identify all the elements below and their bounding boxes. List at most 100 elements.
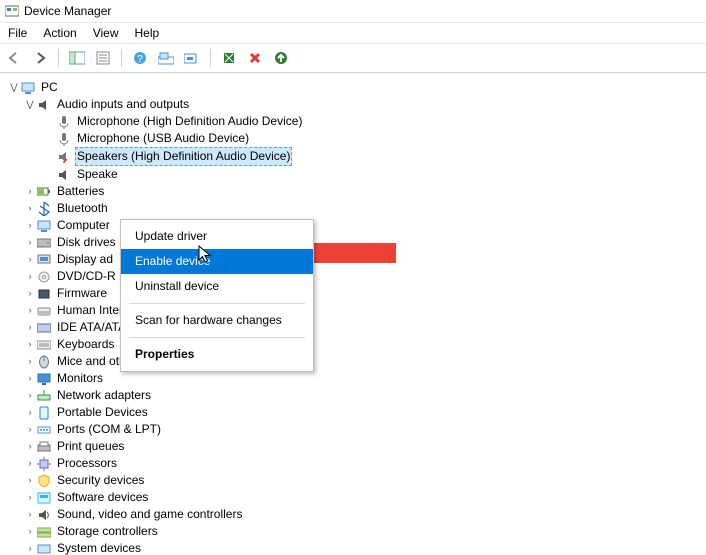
tree-group-firmware[interactable]: › Firmware [8, 285, 706, 302]
expand-icon[interactable]: › [24, 200, 36, 217]
context-enable-device[interactable]: Enable device [121, 249, 313, 274]
menu-view[interactable]: View [85, 24, 127, 42]
expand-icon[interactable]: › [24, 455, 36, 472]
expand-icon[interactable]: › [24, 404, 36, 421]
bluetooth-icon [36, 201, 52, 217]
ports-icon [36, 422, 52, 438]
tree-group-sound[interactable]: ›Sound, video and game controllers [8, 506, 706, 523]
menu-action[interactable]: Action [35, 24, 84, 42]
expand-icon[interactable]: › [24, 217, 36, 234]
tree-item-speakers-short[interactable]: Speake [8, 166, 706, 183]
expand-icon[interactable]: › [24, 336, 36, 353]
disk-icon [36, 235, 52, 251]
tree-group-system[interactable]: › System devices [8, 540, 706, 555]
tree-item-mic-hd[interactable]: Microphone (High Definition Audio Device… [8, 113, 706, 130]
tree-group-software[interactable]: ›Software devices [8, 489, 706, 506]
tree-label: Monitors [55, 370, 105, 387]
tree-group-audio[interactable]: ⋁ Audio inputs and outputs [8, 96, 706, 113]
expand-icon[interactable]: › [24, 285, 36, 302]
toolbar-separator [210, 49, 211, 67]
sound-icon [36, 507, 52, 523]
properties-button[interactable] [93, 48, 113, 68]
tree-label: Microphone (High Definition Audio Device… [75, 113, 304, 130]
forward-button[interactable] [30, 48, 50, 68]
audio-icon [36, 97, 52, 113]
tree-group-print[interactable]: ›Print queues [8, 438, 706, 455]
tree-group-bluetooth[interactable]: › Bluetooth [8, 200, 706, 217]
tree-group-mice[interactable]: ›Mice and other pointing devices [8, 353, 706, 370]
add-legacy-button[interactable] [182, 48, 202, 68]
tree-label: Batteries [55, 183, 106, 200]
tree-label: Bluetooth [55, 200, 110, 217]
update-driver-button[interactable] [271, 48, 291, 68]
help-button[interactable]: ? [130, 48, 150, 68]
tree-label: Disk drives [55, 234, 118, 251]
context-uninstall-device[interactable]: Uninstall device [121, 274, 313, 299]
expand-icon[interactable]: › [24, 370, 36, 387]
keyboard-icon [36, 337, 52, 353]
disable-button[interactable] [245, 48, 265, 68]
tree-group-ports[interactable]: ›Ports (COM & LPT) [8, 421, 706, 438]
expand-icon[interactable]: › [24, 268, 36, 285]
scan-button[interactable] [156, 48, 176, 68]
tree-label: System devices [55, 540, 143, 555]
expand-icon[interactable]: › [24, 183, 36, 200]
ide-icon [36, 320, 52, 336]
menu-file[interactable]: File [0, 24, 35, 42]
expand-icon[interactable]: › [24, 540, 36, 555]
expand-icon[interactable]: › [24, 506, 36, 523]
tree-group-hid[interactable]: ›Human Interface Devices [8, 302, 706, 319]
tree-label-selected: Speakers (High Definition Audio Device) [75, 147, 292, 166]
tree-root[interactable]: ⋁ PC [8, 79, 706, 96]
tree-label: Display ad [55, 251, 115, 268]
expand-icon[interactable]: › [24, 251, 36, 268]
show-hide-tree-button[interactable] [67, 48, 87, 68]
tree-group-storage[interactable]: › Storage controllers [8, 523, 706, 540]
software-icon [36, 490, 52, 506]
back-button[interactable] [4, 48, 24, 68]
tree-group-monitors[interactable]: › Monitors [8, 370, 706, 387]
collapse-icon[interactable]: ⋁ [24, 96, 36, 113]
tree-group-portable[interactable]: › Portable Devices [8, 404, 706, 421]
expand-icon[interactable]: › [24, 302, 36, 319]
expand-icon[interactable]: › [24, 489, 36, 506]
expand-icon[interactable]: › [24, 472, 36, 489]
expand-icon[interactable]: › [24, 353, 36, 370]
menu-bar: File Action View Help [0, 23, 706, 44]
network-icon [36, 388, 52, 404]
firmware-icon [36, 286, 52, 302]
tree-label: Audio inputs and outputs [55, 96, 191, 113]
tree-group-keyboards[interactable]: ›Keyboards [8, 336, 706, 353]
context-properties[interactable]: Properties [121, 342, 313, 367]
tree-label: Firmware [55, 285, 109, 302]
expand-icon[interactable]: › [24, 319, 36, 336]
menu-help[interactable]: Help [127, 24, 168, 42]
tree-item-mic-usb[interactable]: Microphone (USB Audio Device) [8, 130, 706, 147]
display-icon [36, 252, 52, 268]
expand-icon[interactable]: › [24, 523, 36, 540]
context-update-driver[interactable]: Update driver [121, 224, 313, 249]
device-tree[interactable]: ⋁ PC ⋁ Audio inputs and outputs Micropho… [0, 73, 706, 555]
tree-label: Portable Devices [55, 404, 150, 421]
tree-group-batteries[interactable]: › Batteries [8, 183, 706, 200]
dvd-icon [36, 269, 52, 285]
mouse-icon [36, 354, 52, 370]
tree-group-security[interactable]: ›Security devices [8, 472, 706, 489]
window-title: Device Manager [24, 4, 111, 18]
expand-icon[interactable]: › [24, 387, 36, 404]
app-icon [4, 3, 20, 19]
tree-group-processors[interactable]: ›Processors [8, 455, 706, 472]
tree-group-ide[interactable]: ›IDE ATA/ATAPI controllers [8, 319, 706, 336]
tree-group-network[interactable]: ›Network adapters [8, 387, 706, 404]
collapse-icon[interactable]: ⋁ [8, 79, 20, 96]
context-scan-hardware[interactable]: Scan for hardware changes [121, 308, 313, 333]
expand-icon[interactable]: › [24, 234, 36, 251]
enable-button[interactable] [219, 48, 239, 68]
tree-label: Computer [55, 217, 112, 234]
expand-icon[interactable]: › [24, 421, 36, 438]
tree-item-speakers-hd[interactable]: Speakers (High Definition Audio Device) [8, 147, 706, 166]
context-separator [129, 303, 305, 304]
tree-label: Storage controllers [55, 523, 160, 540]
expand-icon[interactable]: › [24, 438, 36, 455]
context-separator [129, 337, 305, 338]
